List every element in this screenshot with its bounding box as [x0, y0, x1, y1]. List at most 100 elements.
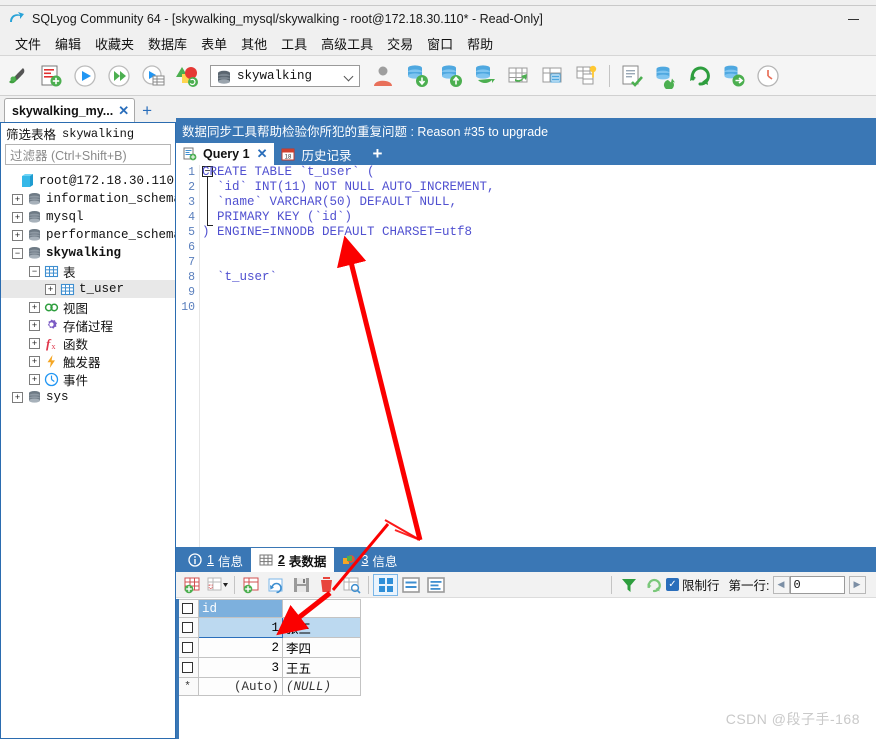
sync-database-icon[interactable]: [468, 59, 502, 93]
table-row[interactable]: 3 王五: [176, 657, 361, 678]
tree-node-mysql[interactable]: + mysql: [1, 208, 175, 226]
cell-name[interactable]: 王五: [282, 657, 361, 678]
query-builder-icon[interactable]: [615, 59, 649, 93]
tree-node-information-schema[interactable]: + information_schema: [1, 190, 175, 208]
duplicate-row-icon[interactable]: [239, 574, 264, 596]
table-row[interactable]: 2 李四: [176, 637, 361, 658]
menu-edit[interactable]: 编辑: [48, 32, 88, 55]
tree-node-procedures[interactable]: + 存储过程: [1, 316, 175, 334]
refresh-objects-icon[interactable]: [649, 59, 683, 93]
menu-database[interactable]: 数据库: [141, 32, 194, 55]
execute-all-queries-icon[interactable]: [102, 59, 136, 93]
menu-help[interactable]: 帮助: [460, 32, 500, 55]
user-manager-icon[interactable]: [366, 59, 400, 93]
import-database-icon[interactable]: [400, 59, 434, 93]
limit-rows-checkbox[interactable]: ✓: [666, 578, 679, 591]
blank-row-dropdown-icon[interactable]: [205, 574, 230, 596]
filter-input[interactable]: 过滤器 (Ctrl+Shift+B): [5, 144, 171, 165]
table-key-icon[interactable]: [570, 59, 604, 93]
row-checkbox-cell[interactable]: [176, 657, 199, 678]
tab-table-data-2[interactable]: 2 表数据: [250, 548, 335, 572]
tab-info-3[interactable]: 3 信息: [334, 548, 405, 572]
menu-table[interactable]: 表单: [194, 32, 234, 55]
first-row-stepper[interactable]: ◀ 0 ▶: [772, 575, 866, 594]
tree-node-tables-folder[interactable]: − 表: [1, 262, 175, 280]
tree-node-skywalking[interactable]: − skywalking: [1, 244, 175, 262]
export-table-icon[interactable]: [536, 59, 570, 93]
tab-history[interactable]: 18 历史记录: [274, 143, 358, 165]
menu-powertools[interactable]: 高级工具: [314, 32, 380, 55]
prev-page-button[interactable]: ◀: [772, 575, 790, 594]
database-selector[interactable]: skywalking: [210, 64, 360, 87]
row-checkbox-cell[interactable]: [176, 637, 199, 658]
cell-name[interactable]: 张三: [282, 617, 361, 638]
execute-query-grid-icon[interactable]: [136, 59, 170, 93]
export-database-icon[interactable]: [434, 59, 468, 93]
tree-node-views[interactable]: + 视图: [1, 298, 175, 316]
expander-icon[interactable]: +: [29, 337, 40, 349]
expander-icon[interactable]: +: [12, 229, 23, 241]
expander-icon[interactable]: −: [12, 247, 23, 259]
cell-id[interactable]: 3: [198, 657, 283, 678]
next-page-button[interactable]: ▶: [848, 575, 866, 594]
tree-node-server[interactable]: root@172.18.30.110: [1, 172, 175, 190]
schema-designer-icon[interactable]: [170, 59, 204, 93]
refresh-icon[interactable]: [641, 574, 666, 596]
expander-icon[interactable]: +: [12, 193, 23, 205]
delete-row-icon[interactable]: [314, 574, 339, 596]
minimize-button[interactable]: [838, 10, 868, 28]
filter-icon[interactable]: [616, 574, 641, 596]
menu-tools[interactable]: 工具: [274, 32, 314, 55]
close-icon[interactable]: ✕: [257, 146, 268, 162]
first-row-input[interactable]: 0: [789, 575, 845, 594]
form-view-icon[interactable]: [398, 574, 423, 596]
tree-node-functions[interactable]: + f x 函数: [1, 334, 175, 352]
expander-icon[interactable]: +: [45, 283, 56, 295]
insert-row-icon[interactable]: [180, 574, 205, 596]
checkbox[interactable]: [182, 602, 193, 614]
menu-file[interactable]: 文件: [8, 32, 48, 55]
sql-editor[interactable]: 1 2 3 4 5 6 7 8 9 10 − CREATE TABLE `t_u…: [176, 165, 876, 553]
expander-icon[interactable]: +: [29, 301, 40, 313]
tab-skywalking-mysql[interactable]: skywalking_my... ✕: [4, 98, 136, 122]
checkbox[interactable]: [182, 641, 193, 653]
add-query-tab-icon[interactable]: +: [372, 144, 382, 164]
expander-icon[interactable]: +: [29, 355, 40, 367]
tree-node-sys[interactable]: + sys: [1, 388, 175, 406]
table-row[interactable]: 1 张三: [176, 617, 361, 638]
execute-query-icon[interactable]: [68, 59, 102, 93]
expander-icon[interactable]: +: [12, 391, 23, 403]
tab-query-1[interactable]: Query 1 ✕: [176, 143, 275, 165]
menu-other[interactable]: 其他: [234, 32, 274, 55]
forward-engineer-icon[interactable]: [717, 59, 751, 93]
grid-view-icon[interactable]: [373, 573, 398, 596]
refresh-icon[interactable]: [683, 59, 717, 93]
checkbox[interactable]: [182, 661, 193, 673]
new-query-tab-icon[interactable]: [34, 59, 68, 93]
row-checkbox-cell[interactable]: [176, 617, 199, 638]
menu-favorites[interactable]: 收藏夹: [88, 32, 141, 55]
tree-node-performance-schema[interactable]: + performance_schema: [1, 226, 175, 244]
code-area[interactable]: CREATE TABLE `t_user` ( `id` INT(11) NOT…: [202, 165, 862, 315]
import-table-icon[interactable]: [502, 59, 536, 93]
close-icon[interactable]: ✕: [118, 103, 129, 119]
expander-icon[interactable]: +: [29, 319, 40, 331]
edit-row-icon[interactable]: [339, 574, 364, 596]
cell-id[interactable]: 2: [198, 637, 283, 658]
expander-icon[interactable]: +: [12, 211, 23, 223]
tab-messages-1[interactable]: 1 信息: [180, 548, 251, 572]
expander-icon[interactable]: +: [29, 373, 40, 385]
cell-name[interactable]: 李四: [282, 637, 361, 658]
save-changes-icon[interactable]: [289, 574, 314, 596]
column-header-id[interactable]: id: [198, 599, 283, 618]
add-tab-icon[interactable]: +: [142, 101, 152, 121]
scheduled-backup-icon[interactable]: [751, 59, 785, 93]
tree-node-t-user[interactable]: + t_user: [1, 280, 175, 298]
select-all-checkbox-cell[interactable]: [176, 599, 199, 618]
cell-id-auto[interactable]: (Auto): [198, 677, 283, 696]
expander-icon[interactable]: −: [29, 265, 40, 277]
cell-name-null[interactable]: (NULL): [282, 677, 361, 696]
text-view-icon[interactable]: [423, 574, 448, 596]
menu-window[interactable]: 窗口: [420, 32, 460, 55]
refresh-data-icon[interactable]: [264, 574, 289, 596]
